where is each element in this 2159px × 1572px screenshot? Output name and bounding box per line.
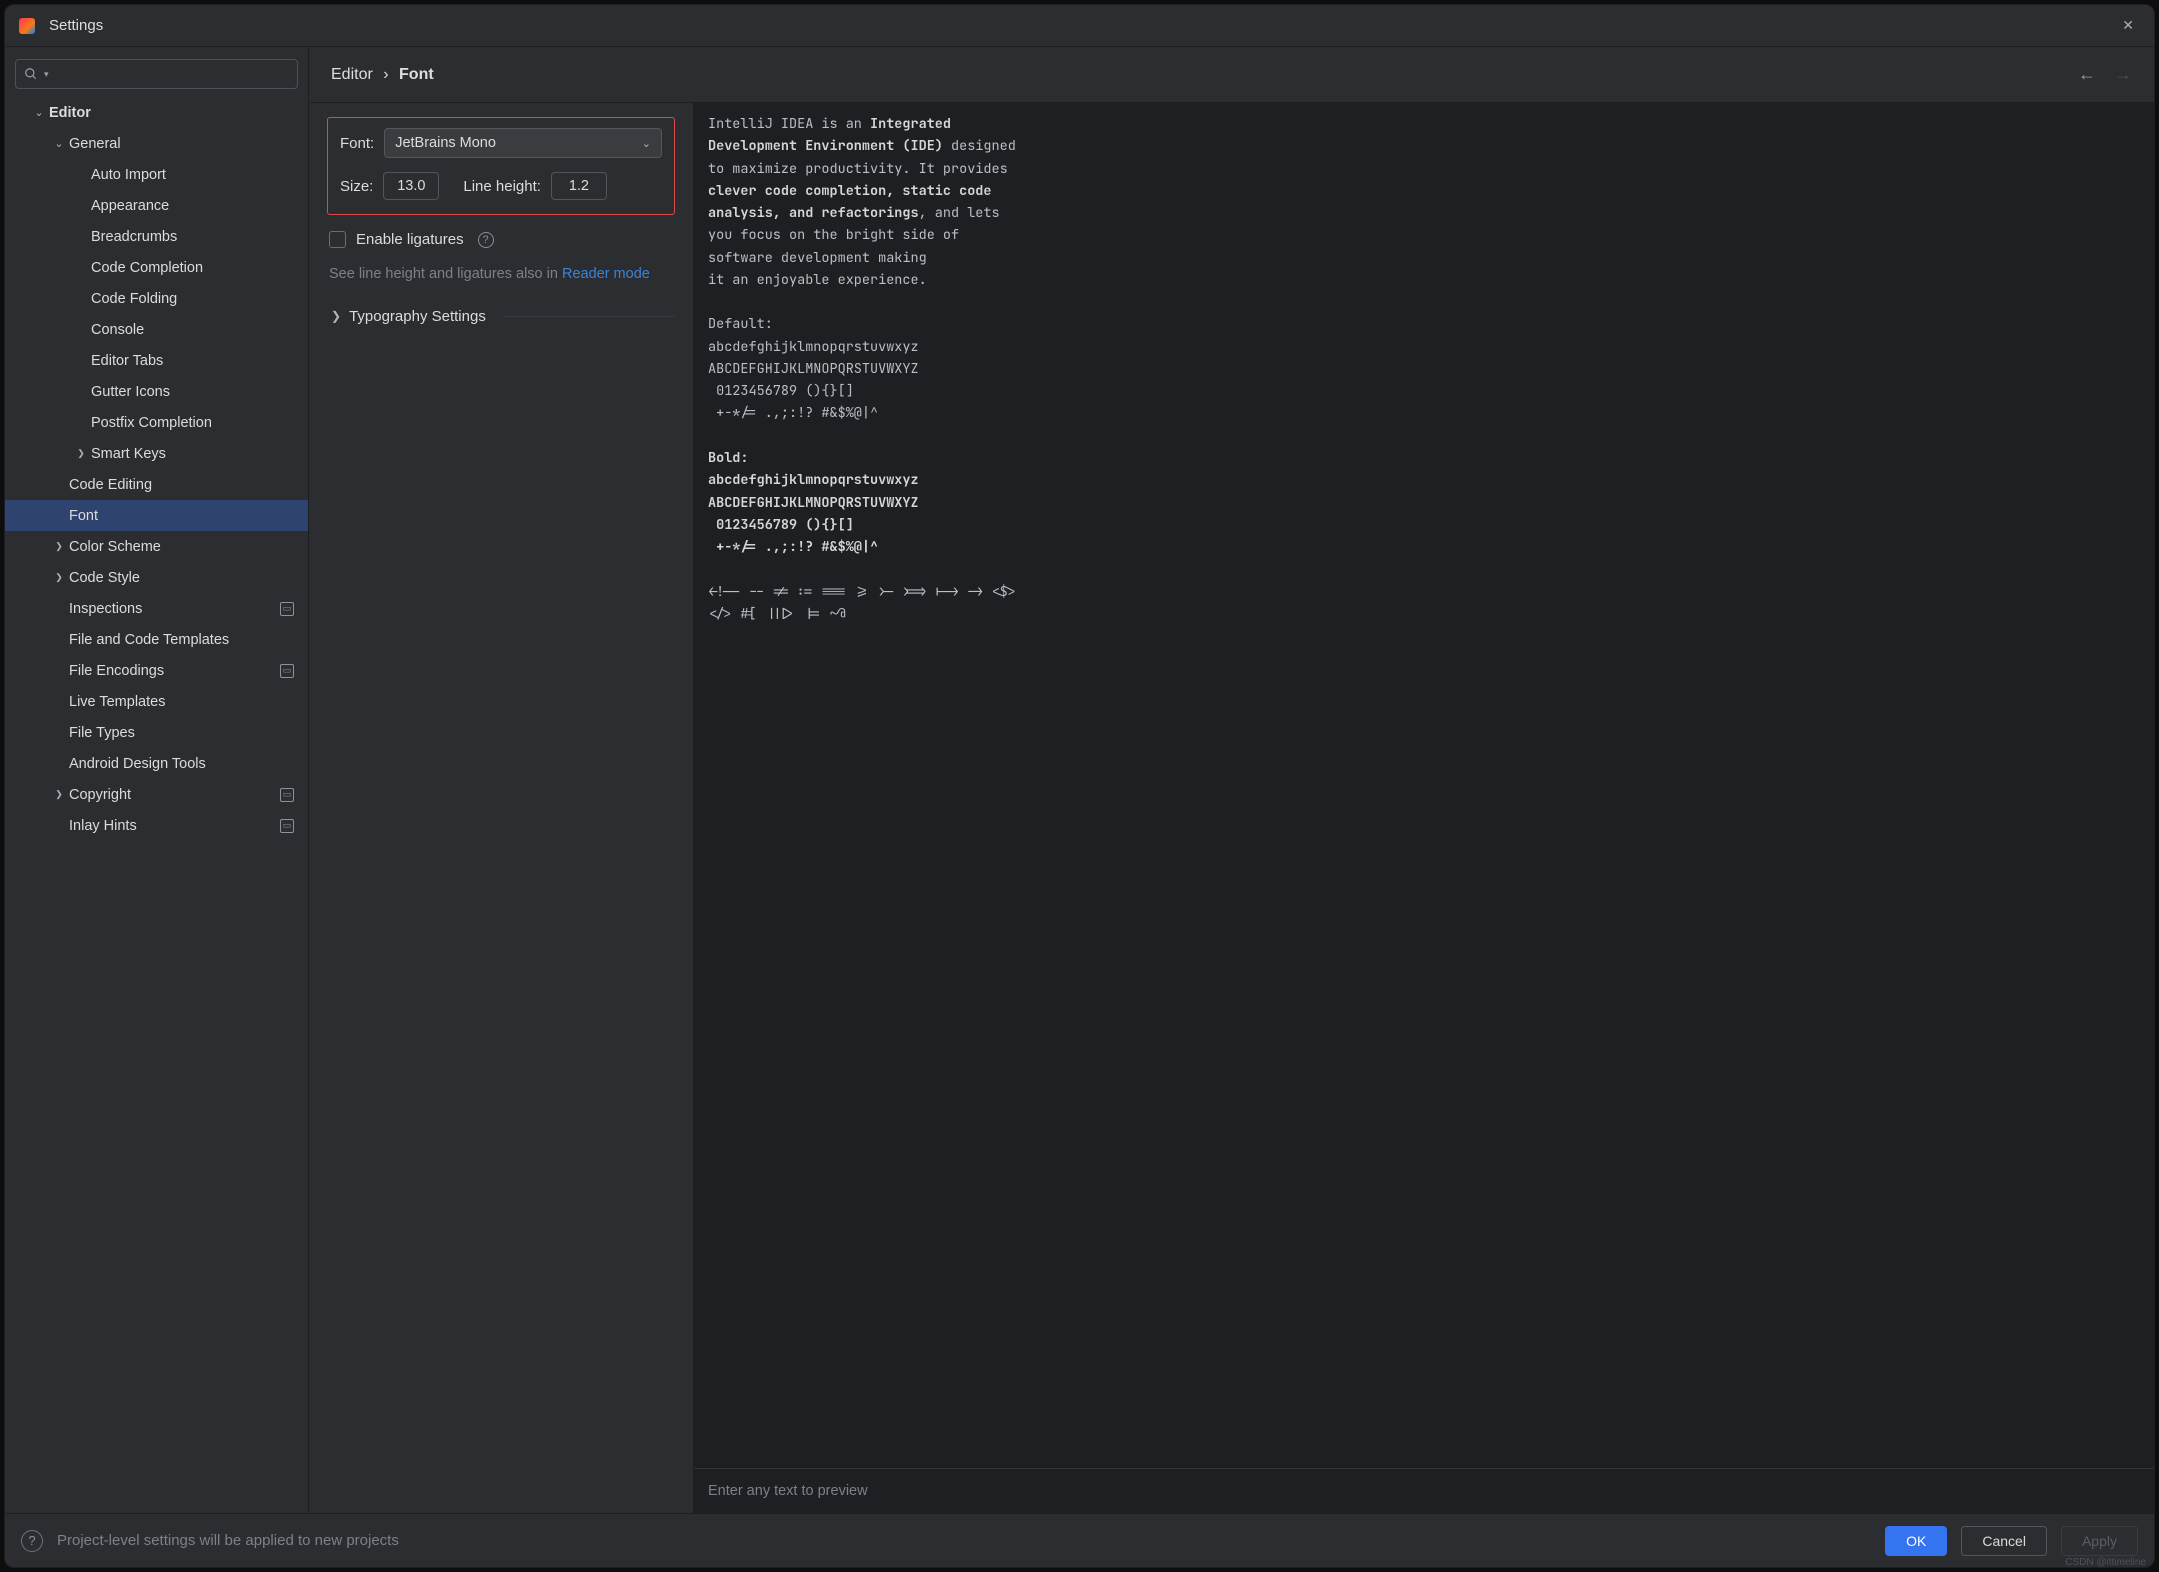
size-label: Size: <box>340 178 373 195</box>
chevron-right-icon: ❯ <box>71 448 91 459</box>
ok-button[interactable]: OK <box>1885 1526 1947 1556</box>
breadcrumb-leaf: Font <box>399 66 434 83</box>
sidebar-item-label: File Encodings <box>69 663 280 679</box>
sidebar-item-label: Gutter Icons <box>91 384 294 400</box>
project-level-badge-icon: ▭ <box>280 602 294 616</box>
sidebar-item-appearance[interactable]: Appearance <box>5 190 308 221</box>
sidebar-item-inlay-hints[interactable]: Inlay Hints▭ <box>5 810 308 841</box>
reader-mode-hint: See line height and ligatures also in Re… <box>329 264 675 286</box>
project-level-badge-icon: ▭ <box>280 819 294 833</box>
preview-input[interactable]: Enter any text to preview <box>694 1468 2154 1513</box>
sidebar-item-file-encodings[interactable]: File Encodings▭ <box>5 655 308 686</box>
sidebar-item-auto-import[interactable]: Auto Import <box>5 159 308 190</box>
chevron-down-icon: ⌄ <box>29 106 49 119</box>
sidebar-item-file-and-code-templates[interactable]: File and Code Templates <box>5 624 308 655</box>
sidebar-item-label: Code Editing <box>69 477 294 493</box>
enable-ligatures-label: Enable ligatures <box>356 231 464 248</box>
sidebar-item-editor[interactable]: ⌄Editor <box>5 97 308 128</box>
forward-icon: → <box>2114 64 2132 85</box>
sidebar-item-live-templates[interactable]: Live Templates <box>5 686 308 717</box>
sidebar-item-editor-tabs[interactable]: Editor Tabs <box>5 345 308 376</box>
settings-tree[interactable]: ⌄Editor⌄GeneralAuto ImportAppearanceBrea… <box>5 97 308 1513</box>
sidebar-item-label: Code Completion <box>91 260 294 276</box>
chevron-down-icon: ▾ <box>44 69 49 80</box>
sidebar-item-postfix-completion[interactable]: Postfix Completion <box>5 407 308 438</box>
font-select-value: JetBrains Mono <box>395 135 496 151</box>
sidebar-item-code-editing[interactable]: Code Editing <box>5 469 308 500</box>
sidebar-item-code-style[interactable]: ❯Code Style <box>5 562 308 593</box>
sidebar-item-label: Copyright <box>69 787 280 803</box>
sidebar-item-gutter-icons[interactable]: Gutter Icons <box>5 376 308 407</box>
sidebar-item-label: Color Scheme <box>69 539 294 555</box>
sidebar-item-general[interactable]: ⌄General <box>5 128 308 159</box>
sidebar-item-label: Inspections <box>69 601 280 617</box>
cancel-button[interactable]: Cancel <box>1961 1526 2047 1556</box>
sidebar-item-file-types[interactable]: File Types <box>5 717 308 748</box>
font-select[interactable]: JetBrains Mono ⌄ <box>384 128 662 158</box>
apply-button: Apply <box>2061 1526 2138 1556</box>
chevron-right-icon: ❯ <box>49 572 69 583</box>
line-height-input[interactable]: 1.2 <box>551 172 607 200</box>
sidebar-item-label: Console <box>91 322 294 338</box>
back-icon[interactable]: ← <box>2078 64 2096 85</box>
typography-settings-label: Typography Settings <box>349 308 486 325</box>
sidebar-item-label: Smart Keys <box>91 446 294 462</box>
sidebar-item-smart-keys[interactable]: ❯Smart Keys <box>5 438 308 469</box>
sidebar-item-label: Live Templates <box>69 694 294 710</box>
sidebar-item-label: File and Code Templates <box>69 632 294 648</box>
project-level-badge-icon: ▭ <box>280 664 294 678</box>
help-icon[interactable]: ? <box>478 232 494 248</box>
sidebar-item-label: Breadcrumbs <box>91 229 294 245</box>
chevron-right-icon: ❯ <box>49 541 69 552</box>
sidebar-item-label: Android Design Tools <box>69 756 294 772</box>
sidebar-item-copyright[interactable]: ❯Copyright▭ <box>5 779 308 810</box>
sidebar-item-label: File Types <box>69 725 294 741</box>
sidebar-item-label: Code Folding <box>91 291 294 307</box>
sidebar-item-android-design-tools[interactable]: Android Design Tools <box>5 748 308 779</box>
sidebar-item-console[interactable]: Console <box>5 314 308 345</box>
sidebar-item-label: Code Style <box>69 570 294 586</box>
sidebar-item-color-scheme[interactable]: ❯Color Scheme <box>5 531 308 562</box>
sidebar-item-code-folding[interactable]: Code Folding <box>5 283 308 314</box>
sidebar-item-label: Editor <box>49 105 294 121</box>
breadcrumb: Editor › Font <box>331 66 434 84</box>
breadcrumb-parent: Editor <box>331 66 373 83</box>
font-preview: IntelliJ IDEA is an Integrated Developme… <box>694 103 2154 1468</box>
font-label: Font: <box>340 135 374 152</box>
bottom-hint: Project-level settings will be applied t… <box>57 1532 399 1549</box>
project-level-badge-icon: ▭ <box>280 788 294 802</box>
enable-ligatures-checkbox[interactable] <box>329 231 346 248</box>
sidebar-item-label: General <box>69 136 294 152</box>
line-height-label: Line height: <box>463 178 541 195</box>
help-icon[interactable]: ? <box>21 1530 43 1552</box>
sidebar-item-label: Font <box>69 508 294 524</box>
window-title: Settings <box>49 17 103 34</box>
sidebar-item-inspections[interactable]: Inspections▭ <box>5 593 308 624</box>
chevron-down-icon: ⌄ <box>642 137 651 150</box>
search-input[interactable]: ▾ <box>15 59 298 89</box>
chevron-right-icon: ❯ <box>49 789 69 800</box>
app-icon <box>19 18 35 34</box>
sidebar-item-label: Editor Tabs <box>91 353 294 369</box>
close-icon[interactable]: ✕ <box>2116 13 2140 38</box>
typography-settings-expander[interactable]: ❯ Typography Settings <box>331 308 675 325</box>
sidebar-item-code-completion[interactable]: Code Completion <box>5 252 308 283</box>
chevron-down-icon: ⌄ <box>49 137 69 150</box>
search-icon <box>24 67 38 81</box>
sidebar-item-label: Postfix Completion <box>91 415 294 431</box>
chevron-right-icon: ❯ <box>331 309 341 323</box>
sidebar-item-label: Inlay Hints <box>69 818 280 834</box>
sidebar-item-breadcrumbs[interactable]: Breadcrumbs <box>5 221 308 252</box>
font-settings-highlight: Font: JetBrains Mono ⌄ Size: 13.0 Line h… <box>327 117 675 215</box>
watermark: CSDN @ittimeline <box>2065 1557 2146 1568</box>
sidebar-item-label: Appearance <box>91 198 294 214</box>
sidebar-item-font[interactable]: Font <box>5 500 308 531</box>
sidebar-item-label: Auto Import <box>91 167 294 183</box>
size-input[interactable]: 13.0 <box>383 172 439 200</box>
breadcrumb-separator: › <box>383 66 388 83</box>
reader-mode-link[interactable]: Reader mode <box>562 266 650 282</box>
